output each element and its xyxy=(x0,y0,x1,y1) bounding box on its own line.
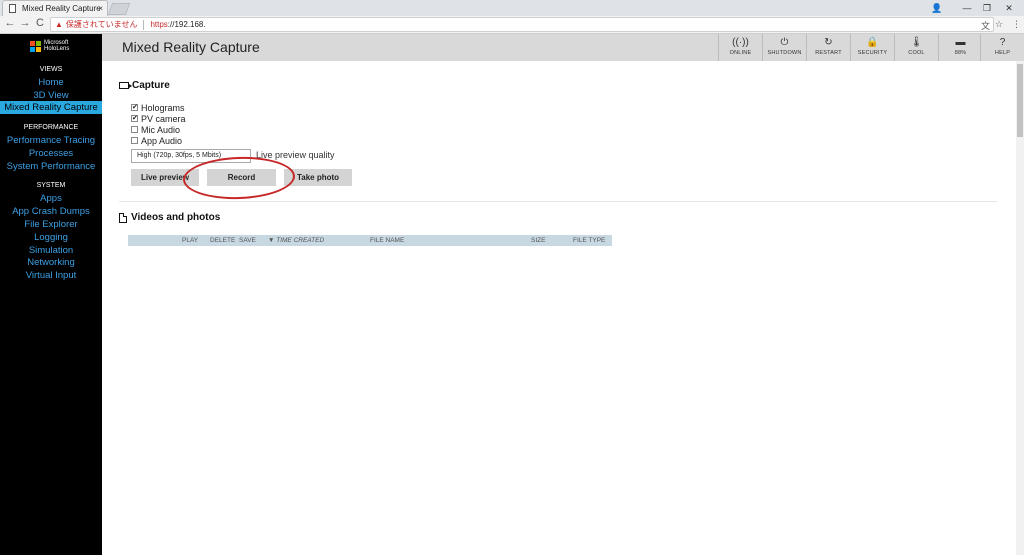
camera-icon xyxy=(119,82,132,89)
videos-heading: Videos and photos xyxy=(119,212,220,223)
back-button[interactable]: ← xyxy=(3,17,17,29)
capture-title: Capture xyxy=(132,80,170,91)
page-title: Mixed Reality Capture xyxy=(122,39,260,55)
bookmark-star-icon[interactable]: ☆ xyxy=(995,19,1003,30)
preview-quality-label: Live preview quality xyxy=(256,150,335,160)
shutdown-label: SHUTDOWN xyxy=(767,50,802,56)
security-button[interactable]: 🔒 SECURITY xyxy=(850,34,894,61)
sidebar-item-performance-tracing[interactable]: Performance Tracing xyxy=(0,134,102,147)
nav-heading-system: SYSTEM xyxy=(36,182,66,189)
sidebar-item-system-performance[interactable]: System Performance xyxy=(0,160,102,173)
close-window-button[interactable]: ✕ xyxy=(994,0,1024,16)
holograms-label: Holograms xyxy=(141,102,185,113)
nav-heading-performance: PERFORMANCE xyxy=(23,124,79,131)
restart-label: RESTART xyxy=(815,50,842,56)
help-icon: ? xyxy=(999,37,1006,48)
record-button[interactable]: Record xyxy=(207,169,276,186)
app-audio-option[interactable]: App Audio xyxy=(131,135,182,146)
sidebar-item-processes[interactable]: Processes xyxy=(0,147,102,160)
warning-icon: ▲ xyxy=(55,20,63,29)
sidebar-item-app-crash-dumps[interactable]: App Crash Dumps xyxy=(0,205,102,218)
battery-icon: ▬ xyxy=(955,37,966,48)
sidebar-item-file-explorer[interactable]: File Explorer xyxy=(0,218,102,231)
restart-button[interactable]: ↻ RESTART xyxy=(806,34,850,61)
close-tab-icon[interactable]: × xyxy=(98,4,103,13)
sidebar-item-virtual-input[interactable]: Virtual Input xyxy=(0,269,102,282)
online-label: ONLINE xyxy=(729,50,752,56)
browser-menu-icon[interactable]: ⋮ xyxy=(1012,19,1021,30)
url-host: ://192.168. xyxy=(167,20,206,29)
cool-label: COOL xyxy=(908,50,925,56)
holograms-option[interactable]: ✔ Holograms xyxy=(131,102,185,113)
reload-button[interactable]: C xyxy=(33,17,47,29)
battery-level: 88% xyxy=(954,50,967,56)
tab-title: Mixed Reality Capture xyxy=(22,4,101,13)
pv-camera-checkbox[interactable]: ✔ xyxy=(131,115,138,122)
battery-button[interactable]: ▬ 88% xyxy=(938,34,982,61)
app-header: Mixed Reality Capture ((·)) ONLINE ⏻ SHU… xyxy=(102,34,1024,61)
help-button[interactable]: ? HELP xyxy=(980,34,1024,61)
document-icon xyxy=(119,212,127,223)
restart-icon: ↻ xyxy=(824,37,833,48)
mic-audio-label: Mic Audio xyxy=(141,124,181,135)
column-time-created[interactable]: ▼ TIME CREATED xyxy=(268,235,324,246)
address-bar-row: ← → C ▲ 保護されていません https ://192.168. 文 ☆ … xyxy=(0,16,1024,34)
browser-tab[interactable]: Mixed Reality Capture × xyxy=(2,0,108,16)
shutdown-button[interactable]: ⏻ SHUTDOWN xyxy=(762,34,806,61)
scrollbar-thumb[interactable] xyxy=(1017,64,1023,137)
column-file-name[interactable]: FILE NAME xyxy=(370,235,404,246)
sidebar-item-logging[interactable]: Logging xyxy=(0,231,102,244)
holograms-checkbox[interactable]: ✔ xyxy=(131,104,138,111)
pv-camera-label: PV camera xyxy=(141,113,186,124)
mic-audio-checkbox[interactable] xyxy=(131,126,138,133)
url-input[interactable]: ▲ 保護されていません https ://192.168. xyxy=(50,17,994,32)
app-audio-label: App Audio xyxy=(141,135,183,146)
sidebar-item-mixed-reality-capture[interactable]: Mixed Reality Capture xyxy=(0,101,102,114)
url-separator xyxy=(143,19,145,30)
hololens-logo: Microsoft HoloLens xyxy=(30,40,69,52)
page-icon xyxy=(9,4,16,13)
capture-heading: Capture xyxy=(119,80,170,91)
column-size[interactable]: SIZE xyxy=(531,235,545,246)
logo-line-2: HoloLens xyxy=(44,46,70,52)
videos-title: Videos and photos xyxy=(131,212,221,223)
sidebar-item-apps[interactable]: Apps xyxy=(0,192,102,205)
take-photo-button[interactable]: Take photo xyxy=(284,169,352,186)
forward-button[interactable]: → xyxy=(18,17,32,29)
column-delete[interactable]: DELETE xyxy=(210,235,235,246)
videos-table-header: PLAY DELETE SAVE ▼ TIME CREATED FILE NAM… xyxy=(128,235,612,246)
nav-heading-views: VIEWS xyxy=(39,66,63,73)
section-divider xyxy=(119,201,997,202)
url-scheme: https xyxy=(150,20,168,29)
thermal-button[interactable]: 🌡 COOL xyxy=(894,34,938,61)
app-audio-checkbox[interactable] xyxy=(131,137,138,144)
power-icon: ⏻ xyxy=(780,37,789,48)
pv-camera-option[interactable]: ✔ PV camera xyxy=(131,113,186,124)
translate-icon[interactable]: 文 xyxy=(981,19,990,32)
column-save[interactable]: SAVE xyxy=(239,235,256,246)
mic-audio-option[interactable]: Mic Audio xyxy=(131,124,180,135)
live-preview-button[interactable]: Live preview xyxy=(131,169,199,186)
security-label: SECURITY xyxy=(857,50,888,56)
lock-icon: 🔒 xyxy=(866,37,879,48)
profile-icon[interactable]: 👤 xyxy=(922,0,952,16)
sidebar-item-home[interactable]: Home xyxy=(0,76,102,89)
online-button[interactable]: ((·)) ONLINE xyxy=(718,34,762,61)
not-secure-label: 保護されていません xyxy=(65,20,138,29)
preview-quality-select[interactable]: High (720p, 30fps, 5 Mbits) xyxy=(131,149,251,163)
thermometer-icon: 🌡 xyxy=(910,37,923,48)
browser-tab-bar: Mixed Reality Capture × 👤 — ❐ ✕ xyxy=(0,0,1024,16)
sidebar: Microsoft HoloLens VIEWS Home 3D View Mi… xyxy=(0,34,102,555)
column-play[interactable]: PLAY xyxy=(182,235,198,246)
wifi-icon: ((·)) xyxy=(732,37,749,48)
microsoft-logo-icon xyxy=(30,40,41,52)
column-file-type[interactable]: FILE TYPE xyxy=(573,235,605,246)
new-tab-button[interactable] xyxy=(107,3,131,15)
sidebar-item-networking[interactable]: Networking xyxy=(0,256,102,269)
help-label: HELP xyxy=(994,50,1011,56)
